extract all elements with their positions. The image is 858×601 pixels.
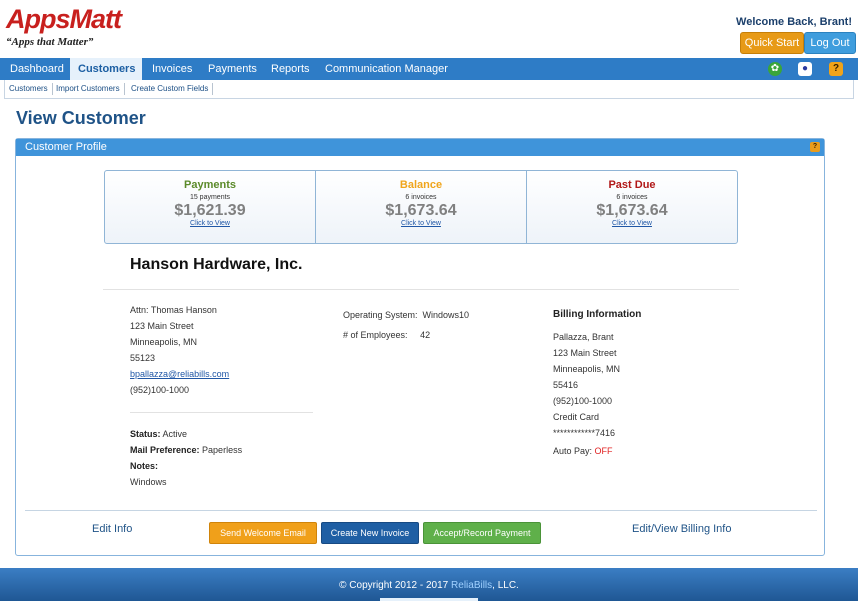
subnav-customers[interactable]: Customers bbox=[9, 83, 53, 95]
divider bbox=[103, 289, 739, 290]
nav-invoices[interactable]: Invoices bbox=[152, 58, 192, 80]
stat-label: Balance bbox=[399, 179, 443, 191]
stat-amount: $1,673.64 bbox=[385, 202, 457, 219]
panel-header: Customer Profile ? bbox=[16, 139, 824, 156]
panel-title: Customer Profile bbox=[25, 141, 107, 153]
divider bbox=[25, 510, 817, 511]
accept-record-payment-button[interactable]: Accept/Record Payment bbox=[423, 522, 541, 544]
stat-view-link[interactable]: Click to View bbox=[316, 220, 526, 227]
stat-count: 15 payments bbox=[189, 194, 231, 201]
mail-pref-label: Mail Preference: bbox=[130, 445, 200, 455]
create-new-invoice-button[interactable]: Create New Invoice bbox=[321, 522, 419, 544]
logout-button[interactable]: Log Out bbox=[804, 32, 856, 54]
logo-tagline: “Apps that Matter” bbox=[6, 36, 94, 48]
app-logo[interactable]: AppsMatt “Apps that Matter” bbox=[6, 4, 122, 48]
contact-info: Attn: Thomas Hanson 123 Main Street Minn… bbox=[130, 302, 229, 398]
subnav-create-custom-fields[interactable]: Create Custom Fields bbox=[131, 83, 214, 95]
nav-communication-manager[interactable]: Communication Manager bbox=[325, 58, 448, 80]
billing-title: Billing Information bbox=[553, 309, 642, 320]
page-title: View Customer bbox=[16, 108, 146, 128]
help-icon[interactable]: ? bbox=[829, 62, 843, 76]
os-value: Windows10 bbox=[422, 310, 470, 320]
employees-value: 42 bbox=[420, 330, 431, 340]
custom-fields: Operating System: Windows10 # of Employe… bbox=[343, 305, 469, 345]
billing-info: Billing Information Pallazza, Brant 123 … bbox=[553, 307, 641, 459]
nav-reports[interactable]: Reports bbox=[271, 58, 310, 80]
logo-text: AppsMatt bbox=[6, 4, 122, 34]
stat-balance: Balance 6 invoices $1,673.64 Click to Vi… bbox=[316, 171, 527, 243]
nav-payments[interactable]: Payments bbox=[208, 58, 257, 80]
stat-count: 6 invoices bbox=[405, 194, 437, 201]
contact-email-link[interactable]: bpallazza@reliabills.com bbox=[130, 366, 229, 382]
billing-method: Credit Card bbox=[553, 412, 600, 422]
status-row: Status: Active bbox=[130, 426, 242, 442]
company-name: Hanson Hardware, Inc. bbox=[130, 256, 303, 273]
gear-icon[interactable]: ✿ bbox=[768, 62, 782, 76]
edit-view-billing-link[interactable]: Edit/View Billing Info bbox=[632, 523, 731, 535]
footer-brand-link[interactable]: ReliaBills bbox=[451, 580, 492, 591]
divider bbox=[130, 412, 313, 413]
notes-label: Notes: bbox=[130, 461, 159, 471]
os-row: Operating System: Windows10 bbox=[343, 305, 469, 325]
footer: © Copyright 2012 - 2017 ReliaBills, LLC. bbox=[0, 568, 858, 601]
stat-label: Past Due bbox=[608, 179, 656, 191]
stat-past-due: Past Due 6 invoices $1,673.64 Click to V… bbox=[527, 171, 737, 243]
status-value: Active bbox=[162, 429, 188, 439]
nav-customers[interactable]: Customers bbox=[70, 58, 142, 80]
app-window: AppsMatt “Apps that Matter” Welcome Back… bbox=[0, 0, 858, 601]
edit-info-link[interactable]: Edit Info bbox=[92, 523, 132, 535]
status-label: Status: bbox=[130, 429, 161, 439]
mail-pref-row: Mail Preference: Paperless bbox=[130, 442, 242, 458]
contact-zip: 55123 bbox=[130, 353, 156, 363]
nav-dashboard[interactable]: Dashboard bbox=[0, 58, 74, 80]
subnav-import-customers[interactable]: Import Customers bbox=[56, 83, 125, 95]
contact-street: 123 Main Street bbox=[130, 321, 194, 331]
footer-copyright: © Copyright 2012 - 2017 bbox=[339, 580, 449, 591]
notes-value: Windows bbox=[130, 477, 167, 487]
mail-pref-value: Paperless bbox=[202, 445, 243, 455]
billing-card: ************7416 bbox=[553, 428, 616, 438]
welcome-message: Welcome Back, Brant! bbox=[736, 16, 852, 28]
stat-view-link[interactable]: Click to View bbox=[105, 220, 315, 227]
stat-payments: Payments 15 payments $1,621.39 Click to … bbox=[105, 171, 316, 243]
billing-zip: 55416 bbox=[553, 380, 579, 390]
contact-phone: (952)100-1000 bbox=[130, 385, 190, 395]
summary-stats: Payments 15 payments $1,621.39 Click to … bbox=[104, 170, 738, 244]
employees-label: # of Employees: bbox=[343, 330, 408, 340]
autopay-label: Auto Pay: bbox=[553, 446, 593, 456]
billing-street: 123 Main Street bbox=[553, 348, 617, 358]
contact-attn: Attn: Thomas Hanson bbox=[130, 305, 217, 315]
billing-phone: (952)100-1000 bbox=[553, 396, 613, 406]
customer-profile-panel: Customer Profile ? Payments 15 payments … bbox=[15, 138, 825, 556]
stat-view-link[interactable]: Click to View bbox=[527, 220, 737, 227]
contact-city: Minneapolis, MN bbox=[130, 337, 198, 347]
panel-help-icon[interactable]: ? bbox=[810, 142, 820, 152]
stat-label: Payments bbox=[184, 179, 236, 191]
quick-start-button[interactable]: Quick Start bbox=[740, 32, 804, 54]
stat-count: 6 invoices bbox=[616, 194, 648, 201]
employees-row: # of Employees: 42 bbox=[343, 325, 469, 345]
billing-name: Pallazza, Brant bbox=[553, 332, 614, 342]
stat-amount: $1,673.64 bbox=[596, 202, 668, 219]
autopay-row: Auto Pay: OFF bbox=[553, 443, 641, 459]
user-icon[interactable]: ● bbox=[798, 62, 812, 76]
billing-city: Minneapolis, MN bbox=[553, 364, 621, 374]
sub-nav: Customers Import Customers Create Custom… bbox=[4, 80, 854, 99]
autopay-value: OFF bbox=[594, 446, 613, 456]
status-info: Status: Active Mail Preference: Paperles… bbox=[130, 426, 242, 490]
stat-amount: $1,621.39 bbox=[174, 202, 246, 219]
os-label: Operating System: bbox=[343, 310, 418, 320]
send-welcome-email-button[interactable]: Send Welcome Email bbox=[209, 522, 317, 544]
footer-suffix: , LLC. bbox=[492, 580, 519, 591]
main-nav: Dashboard Customers Invoices Payments Re… bbox=[0, 58, 858, 80]
